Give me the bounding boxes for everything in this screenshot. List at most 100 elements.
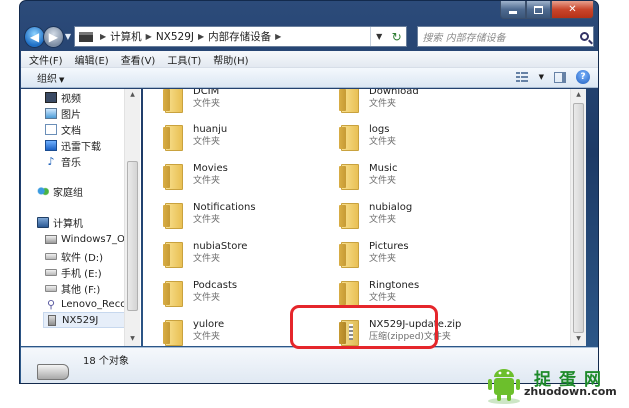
video-icon (45, 91, 57, 103)
breadcrumb-computer[interactable]: 计算机 (110, 29, 142, 44)
nav-item-drive-d[interactable]: 软件 (D:) (45, 248, 103, 264)
nav-item-label: NX529J (62, 314, 99, 326)
nav-scrollbar[interactable]: ▲ ▼ (124, 89, 140, 346)
forward-button[interactable]: ▶ (42, 25, 64, 48)
folder-item[interactable]: Pictures 文件夹 (339, 238, 409, 274)
nav-item-homegroup[interactable]: 家庭组 (37, 183, 83, 199)
folder-name: nubiaStore (193, 241, 248, 252)
folder-type: 文件夹 (193, 176, 221, 186)
nav-item-drive-e[interactable]: 手机 (E:) (45, 264, 102, 280)
nav-item-label: 软件 (D:) (61, 252, 104, 264)
folder-item[interactable]: yulore 文件夹 (163, 316, 224, 346)
nav-item-music[interactable]: ♪ 音乐 (45, 153, 81, 169)
folder-icon (339, 89, 361, 113)
scroll-down-icon[interactable]: ▼ (125, 335, 140, 342)
menu-tools[interactable]: 工具(T) (167, 52, 201, 67)
folder-icon (163, 121, 185, 151)
recent-pages-dropdown[interactable]: ▼ (65, 32, 71, 41)
folder-type: 文件夹 (369, 215, 397, 225)
minimize-icon (509, 11, 517, 14)
maximize-button[interactable] (526, 1, 551, 19)
folder-item[interactable]: DCIM 文件夹 (163, 89, 220, 119)
watermark: 捉蛋网 zhuodown.com (484, 363, 629, 408)
folder-type: 文件夹 (193, 254, 221, 264)
nav-item-label: 其他 (F:) (61, 284, 101, 296)
chevron-right-icon[interactable]: ▶ (275, 32, 281, 41)
address-dropdown-button[interactable]: ▼ (376, 32, 382, 41)
nav-item-pictures[interactable]: 图片 (45, 105, 81, 121)
nav-item-thunder-downloads[interactable]: 迅雷下载 (45, 137, 101, 153)
scroll-up-icon[interactable]: ▲ (125, 91, 140, 98)
command-bar-right: ▼ ? (515, 70, 590, 84)
chevron-right-icon[interactable]: ▶ (198, 32, 204, 41)
folder-item[interactable]: Podcasts 文件夹 (163, 277, 237, 313)
breadcrumb-internal-storage[interactable]: 内部存储设备 (208, 29, 271, 44)
organize-button[interactable]: 组织 ▼ (37, 70, 64, 85)
folder-item[interactable]: nubialog 文件夹 (339, 199, 412, 235)
chevron-right-icon[interactable]: ▶ (100, 32, 106, 41)
breadcrumb-nx529j[interactable]: NX529J (156, 31, 194, 43)
drive-icon (45, 252, 57, 260)
nav-item-label: 文档 (61, 125, 81, 137)
usb-drive-icon: ⚲ (46, 297, 56, 311)
arrow-right-icon: ▶ (48, 29, 58, 44)
maximize-icon (534, 5, 543, 14)
folder-item[interactable]: Download 文件夹 (339, 89, 419, 119)
nav-item-drive-f[interactable]: 其他 (F:) (45, 280, 100, 296)
search-icon[interactable] (580, 32, 589, 41)
content-scroll-thumb[interactable] (573, 103, 584, 333)
document-icon (45, 123, 57, 135)
folder-icon (163, 316, 185, 346)
drive-icon (45, 284, 57, 292)
folder-name: Music (369, 163, 398, 174)
chevron-right-icon[interactable]: ▶ (146, 32, 152, 41)
view-options-dropdown[interactable]: ▼ (539, 73, 544, 81)
nav-item-videos[interactable]: 视频 (45, 89, 81, 105)
caption-buttons: ✕ (500, 1, 594, 20)
scroll-up-icon[interactable]: ▲ (571, 91, 586, 98)
folder-item[interactable]: huanju 文件夹 (163, 121, 227, 157)
navigation-pane: 视频 图片 文档 迅雷下载 ♪ 音乐 家庭组 计算机 Windows7_OS ( … (21, 89, 141, 346)
music-icon: ♪ (47, 154, 55, 168)
phone-icon (48, 314, 56, 326)
nav-item-computer[interactable]: 计算机 (37, 214, 83, 230)
menu-file[interactable]: 文件(F) (29, 52, 63, 67)
change-view-icon[interactable] (515, 71, 529, 83)
search-input[interactable]: 搜索 内部存储设备 (417, 26, 594, 47)
folder-icon (339, 238, 361, 268)
folder-icon (339, 160, 361, 190)
menu-edit[interactable]: 编辑(E) (75, 52, 109, 67)
folder-item[interactable]: Music 文件夹 (339, 160, 397, 196)
folder-name: huanju (193, 124, 228, 135)
nav-item-label: 计算机 (53, 218, 83, 230)
folder-name: yulore (193, 319, 225, 330)
menu-help[interactable]: 帮助(H) (213, 52, 248, 67)
help-icon[interactable]: ? (576, 70, 590, 84)
preview-pane-icon[interactable] (554, 71, 566, 83)
folder-icon (163, 238, 185, 268)
homegroup-icon (37, 185, 49, 197)
folder-icon (163, 160, 185, 190)
search-placeholder: 搜索 内部存储设备 (422, 33, 506, 44)
folder-icon (339, 121, 361, 151)
folder-type: 文件夹 (369, 137, 397, 147)
refresh-icon[interactable]: ↻ (392, 30, 402, 44)
menu-bar: 文件(F) 编辑(E) 查看(V) 工具(T) 帮助(H) (21, 51, 598, 68)
nav-scroll-thumb[interactable] (127, 161, 138, 311)
nav-item-documents[interactable]: 文档 (45, 121, 81, 137)
folder-item[interactable]: Notifications 文件夹 (163, 199, 256, 235)
back-button[interactable]: ◀ (24, 25, 45, 48)
minimize-button[interactable] (500, 1, 526, 19)
folder-item[interactable]: logs 文件夹 (339, 121, 396, 157)
address-bar[interactable]: ▶ 计算机 ▶ NX529J ▶ 内部存储设备 ▶ ▼ ↻ (74, 26, 408, 47)
close-button[interactable]: ✕ (551, 1, 594, 19)
folder-item[interactable]: nubiaStore 文件夹 (163, 238, 247, 274)
menu-view[interactable]: 查看(V) (121, 52, 156, 67)
scroll-down-icon[interactable]: ▼ (571, 335, 586, 342)
close-icon: ✕ (568, 4, 577, 15)
screen: ✕ ◀ ▶ ▼ ▶ 计算机 ▶ NX529J ▶ 内部存储设备 ▶ ▼ ↻ 搜索… (0, 0, 629, 408)
folder-item[interactable]: Movies 文件夹 (163, 160, 228, 196)
nav-item-label: 音乐 (61, 157, 81, 169)
content-scrollbar[interactable]: ▲ ▼ (570, 89, 586, 346)
thunder-icon (45, 139, 57, 151)
